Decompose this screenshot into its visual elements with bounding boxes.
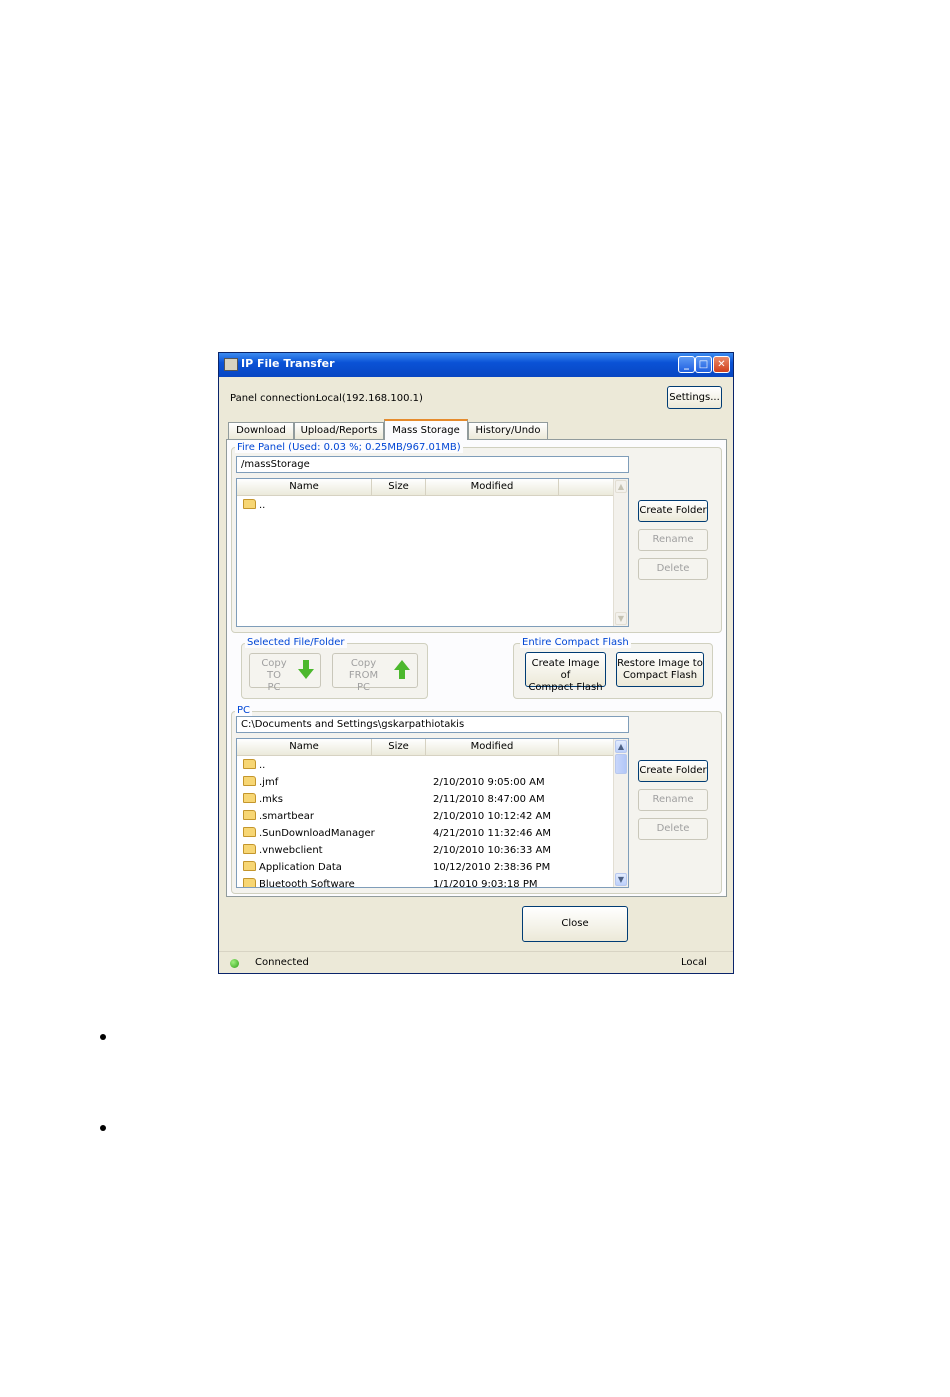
copy-from-pc-button[interactable]: Copy FROM PC xyxy=(332,653,418,693)
row-modified: 2/10/2010 9:05:00 AM xyxy=(433,777,545,788)
restore-image-line1: Restore Image to xyxy=(617,658,703,669)
table-row[interactable]: Application Data 10/12/2010 2:38:36 PM xyxy=(237,859,615,876)
fire-panel-create-folder-button[interactable]: Create Folder xyxy=(638,500,708,522)
tab-download[interactable]: Download xyxy=(228,422,294,439)
scrollbar-thumb[interactable] xyxy=(615,754,627,774)
table-row[interactable]: .. xyxy=(237,757,615,774)
list-item-name: .. xyxy=(259,500,266,511)
pc-delete-button[interactable]: Delete xyxy=(638,818,708,840)
row-name: Bluetooth Software xyxy=(259,879,355,888)
fire-panel-list-header: Name Size Modified xyxy=(237,479,615,496)
app-icon xyxy=(224,358,238,371)
panel-connection-label: Panel connection: xyxy=(230,393,319,404)
row-name: .mks xyxy=(259,794,283,805)
column-header-modified[interactable]: Modified xyxy=(426,739,559,755)
folder-icon xyxy=(243,810,256,820)
row-name: .smartbear xyxy=(259,811,315,822)
maximize-button[interactable]: □ xyxy=(695,356,712,373)
row-modified: 4/21/2010 11:32:46 AM xyxy=(433,828,552,839)
tab-mass-storage[interactable]: Mass Storage xyxy=(384,419,468,440)
table-row[interactable]: Bluetooth Software 1/1/2010 9:03:18 PM xyxy=(237,876,615,888)
folder-icon xyxy=(243,776,256,786)
row-name: .jmf xyxy=(259,777,279,788)
scroll-up-arrow-icon[interactable]: ▲ xyxy=(615,740,627,753)
folder-icon xyxy=(243,861,256,871)
entire-compact-flash-title: Entire Compact Flash xyxy=(520,637,631,648)
copy-from-pc-label-line2: PC xyxy=(356,682,370,693)
fire-panel-rename-button[interactable]: Rename xyxy=(638,529,708,551)
list-item[interactable]: .. xyxy=(243,497,265,514)
scroll-down-arrow-icon[interactable]: ▼ xyxy=(615,873,627,886)
copy-to-pc-label-line1: Copy TO xyxy=(261,658,287,681)
tab-upload-reports[interactable]: Upload/Reports xyxy=(294,422,384,439)
row-modified: 1/1/2010 9:03:18 PM xyxy=(433,879,538,888)
settings-button[interactable]: Settings... xyxy=(667,386,722,409)
copy-from-pc-label-line1: Copy FROM xyxy=(348,658,379,681)
scroll-up-arrow-icon[interactable]: ▲ xyxy=(615,480,627,493)
column-header-size[interactable]: Size xyxy=(372,739,426,755)
table-row[interactable]: .mks 2/11/2010 8:47:00 AM xyxy=(237,791,615,808)
bullet-point-icon xyxy=(100,1034,106,1040)
copy-to-pc-label-line2: PC xyxy=(267,682,281,693)
row-modified: 2/10/2010 10:36:33 AM xyxy=(433,845,552,856)
table-row[interactable]: .smartbear 2/10/2010 10:12:42 AM xyxy=(237,808,615,825)
pc-scrollbar[interactable]: ▲ ▼ xyxy=(613,739,628,887)
bullet-point-icon xyxy=(100,1125,106,1131)
status-connected: Connected xyxy=(255,957,309,968)
folder-icon xyxy=(243,759,256,769)
column-header-name[interactable]: Name xyxy=(237,479,372,495)
fire-panel-delete-button[interactable]: Delete xyxy=(638,558,708,580)
pc-path-field[interactable]: C:\Documents and Settings\gskarpathiotak… xyxy=(236,716,629,733)
ip-file-transfer-window: IP File Transfer _ □ ✕ Panel connection:… xyxy=(218,352,734,974)
column-header-size[interactable]: Size xyxy=(372,479,426,495)
row-name: .. xyxy=(259,760,266,771)
arrow-down-icon xyxy=(298,660,314,680)
table-row[interactable]: .jmf 2/10/2010 9:05:00 AM xyxy=(237,774,615,791)
status-local: Local xyxy=(681,957,707,968)
close-button[interactable]: Close xyxy=(522,906,628,942)
row-name: Application Data xyxy=(259,862,342,873)
row-name: .vnwebclient xyxy=(259,845,323,856)
table-row[interactable]: .vnwebclient 2/10/2010 10:36:33 AM xyxy=(237,842,615,859)
row-modified: 2/11/2010 8:47:00 AM xyxy=(433,794,545,805)
fire-panel-path-field[interactable]: /massStorage xyxy=(236,456,629,473)
folder-icon xyxy=(243,793,256,803)
row-modified: 2/10/2010 10:12:42 AM xyxy=(433,811,552,822)
row-name: .SunDownloadManager xyxy=(259,828,375,839)
folder-icon xyxy=(243,827,256,837)
minimize-button[interactable]: _ xyxy=(678,356,695,373)
title-bar[interactable]: IP File Transfer _ □ ✕ xyxy=(219,353,733,377)
folder-icon xyxy=(243,499,256,509)
fire-panel-scrollbar[interactable]: ▲ ▼ xyxy=(613,479,628,626)
panel-connection-value: Local(192.168.100.1) xyxy=(316,393,423,404)
folder-icon xyxy=(243,878,256,887)
pc-group-title: PC xyxy=(235,705,253,716)
restore-image-line2: Compact Flash xyxy=(622,670,698,681)
create-image-of-compact-flash-button[interactable]: Create Image of Compact Flash xyxy=(525,652,606,693)
create-image-line1: Create Image of xyxy=(531,658,600,681)
table-row[interactable]: .SunDownloadManager 4/21/2010 11:32:46 A… xyxy=(237,825,615,842)
fire-panel-group-title: Fire Panel (Used: 0.03 %; 0.25MB/967.01M… xyxy=(235,442,463,453)
column-header-name[interactable]: Name xyxy=(237,739,372,755)
pc-file-list[interactable]: Name Size Modified .. .jmf 2/10/2010 9:0… xyxy=(236,738,629,888)
fire-panel-file-list[interactable]: Name Size Modified .. ▲ ▼ xyxy=(236,478,629,627)
selected-file-folder-title: Selected File/Folder xyxy=(245,637,347,648)
mass-storage-panel: Fire Panel (Used: 0.03 %; 0.25MB/967.01M… xyxy=(226,439,727,897)
arrow-up-icon xyxy=(394,660,410,680)
pc-rename-button[interactable]: Rename xyxy=(638,789,708,811)
close-window-button[interactable]: ✕ xyxy=(713,356,730,373)
restore-image-to-compact-flash-button[interactable]: Restore Image to Compact Flash xyxy=(616,652,704,687)
folder-icon xyxy=(243,844,256,854)
window-title: IP File Transfer xyxy=(241,357,335,370)
create-image-line2: Compact Flash xyxy=(528,682,603,693)
connection-status-icon xyxy=(230,959,239,968)
tab-history-undo[interactable]: History/Undo xyxy=(468,422,548,439)
row-modified: 10/12/2010 2:38:36 PM xyxy=(433,862,551,873)
copy-to-pc-button[interactable]: Copy TO PC xyxy=(249,653,321,693)
column-header-modified[interactable]: Modified xyxy=(426,479,559,495)
scroll-down-arrow-icon[interactable]: ▼ xyxy=(615,612,627,625)
pc-create-folder-button[interactable]: Create Folder xyxy=(638,760,708,782)
status-bar: Connected Local xyxy=(219,951,733,974)
pc-list-header: Name Size Modified xyxy=(237,739,615,756)
